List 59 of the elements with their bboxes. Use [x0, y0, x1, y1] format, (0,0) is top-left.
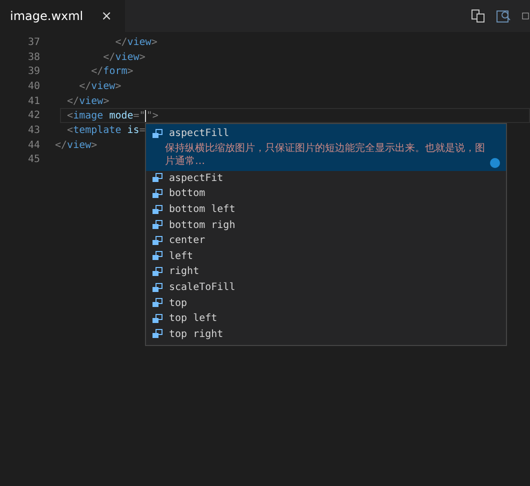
code-line: </view> — [102, 52, 146, 63]
line-number: 37 — [26, 36, 40, 48]
suggestion-label: top right — [169, 328, 224, 340]
suggestion-label: scaleToFill — [169, 282, 236, 294]
suggestion-item[interactable]: center — [146, 232, 506, 249]
code-line: </view> — [55, 140, 98, 151]
line-number: 45 — [26, 154, 40, 166]
enum-icon — [152, 236, 163, 246]
suggestion-label: bottom left — [169, 204, 236, 216]
code-line: <image mode=""> — [66, 110, 158, 122]
code-line: </view> — [66, 96, 110, 107]
suggestion-item[interactable]: aspectFit — [146, 170, 506, 186]
code-line: <template is= — [66, 124, 146, 136]
line-number: 43 — [26, 124, 40, 136]
code-line: </view> — [78, 80, 122, 92]
enum-icon — [152, 329, 163, 340]
line-number: 42 — [26, 110, 40, 122]
enum-icon — [152, 204, 163, 215]
suggestion-label: center — [169, 235, 206, 246]
suggestion-label: aspectFit — [169, 172, 224, 184]
suggestion-item[interactable]: aspectFill 保持纵横比缩放图片，只保证图片的短边能完全显示出来。也就是说，图片通常… — [146, 124, 506, 171]
line-number: 39 — [26, 66, 40, 78]
suggestion-label: right — [169, 266, 200, 278]
suggestion-item[interactable]: top right — [146, 326, 506, 342]
enum-icon — [152, 188, 163, 199]
info-icon[interactable] — [490, 158, 500, 168]
enum-icon — [152, 173, 163, 184]
suggestion-item[interactable]: bottom left — [146, 202, 506, 218]
suggestion-item[interactable]: left — [146, 248, 506, 264]
line-number: 41 — [26, 96, 40, 107]
suggestion-label: bottom — [169, 188, 206, 200]
code-line: </view> — [114, 36, 158, 48]
suggestion-label: top — [169, 298, 188, 309]
suggestion-label: left — [169, 250, 194, 262]
enum-icon — [152, 220, 163, 230]
suggestion-item[interactable]: right — [146, 264, 506, 280]
enum-icon — [152, 298, 163, 308]
code-line: </form> — [90, 66, 134, 78]
search-icon[interactable] — [496, 8, 512, 24]
enum-icon — [152, 282, 163, 293]
suggestion-item[interactable]: scaleToFill — [146, 280, 506, 296]
suggestion-item[interactable]: top — [146, 295, 506, 311]
line-number: 44 — [26, 140, 40, 151]
enum-icon — [152, 266, 163, 277]
editor-tab[interactable]: image.wxml × — [0, 0, 126, 32]
line-number: 40 — [26, 80, 40, 92]
suggestion-label: bottom righ — [169, 220, 236, 231]
enum-icon — [152, 314, 163, 324]
suggestion-item[interactable]: bottom righ — [146, 217, 506, 233]
compare-icon[interactable] — [470, 8, 486, 24]
enum-icon — [152, 251, 163, 262]
suggestion-detail: 保持纵横比缩放图片，只保证图片的短边能完全显示出来。也就是说，图片通常… — [165, 142, 486, 168]
close-icon[interactable]: × — [101, 8, 112, 24]
line-number: 38 — [26, 52, 40, 63]
suggestion-label: aspectFill — [169, 128, 230, 140]
suggestion-item[interactable]: top left — [146, 310, 506, 327]
suggestion-label: top left — [169, 313, 218, 324]
suggestion-item[interactable]: bottom — [146, 186, 506, 202]
enum-icon — [152, 128, 163, 139]
